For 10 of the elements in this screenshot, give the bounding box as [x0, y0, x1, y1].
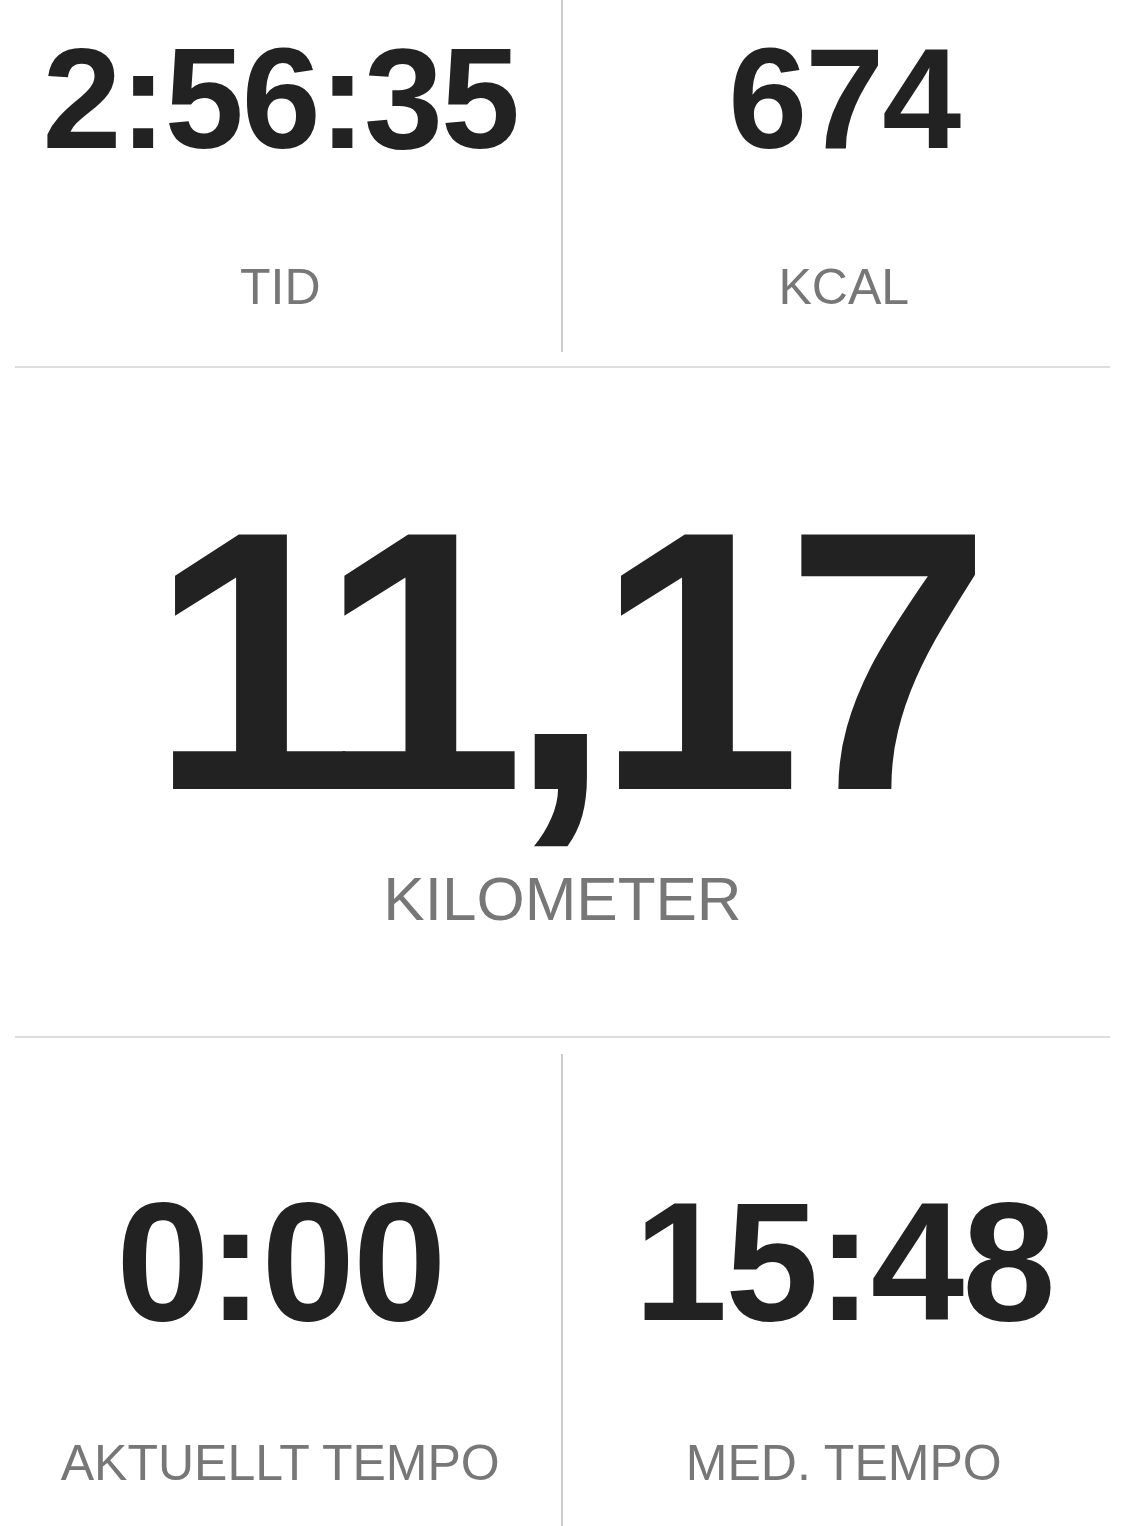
- stat-value: 15:48: [633, 1178, 1054, 1346]
- stat-label: KCAL: [778, 262, 910, 312]
- stat-label: TID: [239, 262, 321, 312]
- distance-value: 11,17: [149, 476, 976, 846]
- stat-value: 2:56:35: [42, 28, 518, 170]
- stat-label: MED. TEMPO: [685, 1438, 1002, 1488]
- stat-value: 674: [728, 28, 960, 170]
- stat-value: 0:00: [116, 1178, 445, 1346]
- distance-label: KILOMETER: [383, 868, 742, 930]
- stat-label: AKTUELLT TEMPO: [60, 1438, 500, 1488]
